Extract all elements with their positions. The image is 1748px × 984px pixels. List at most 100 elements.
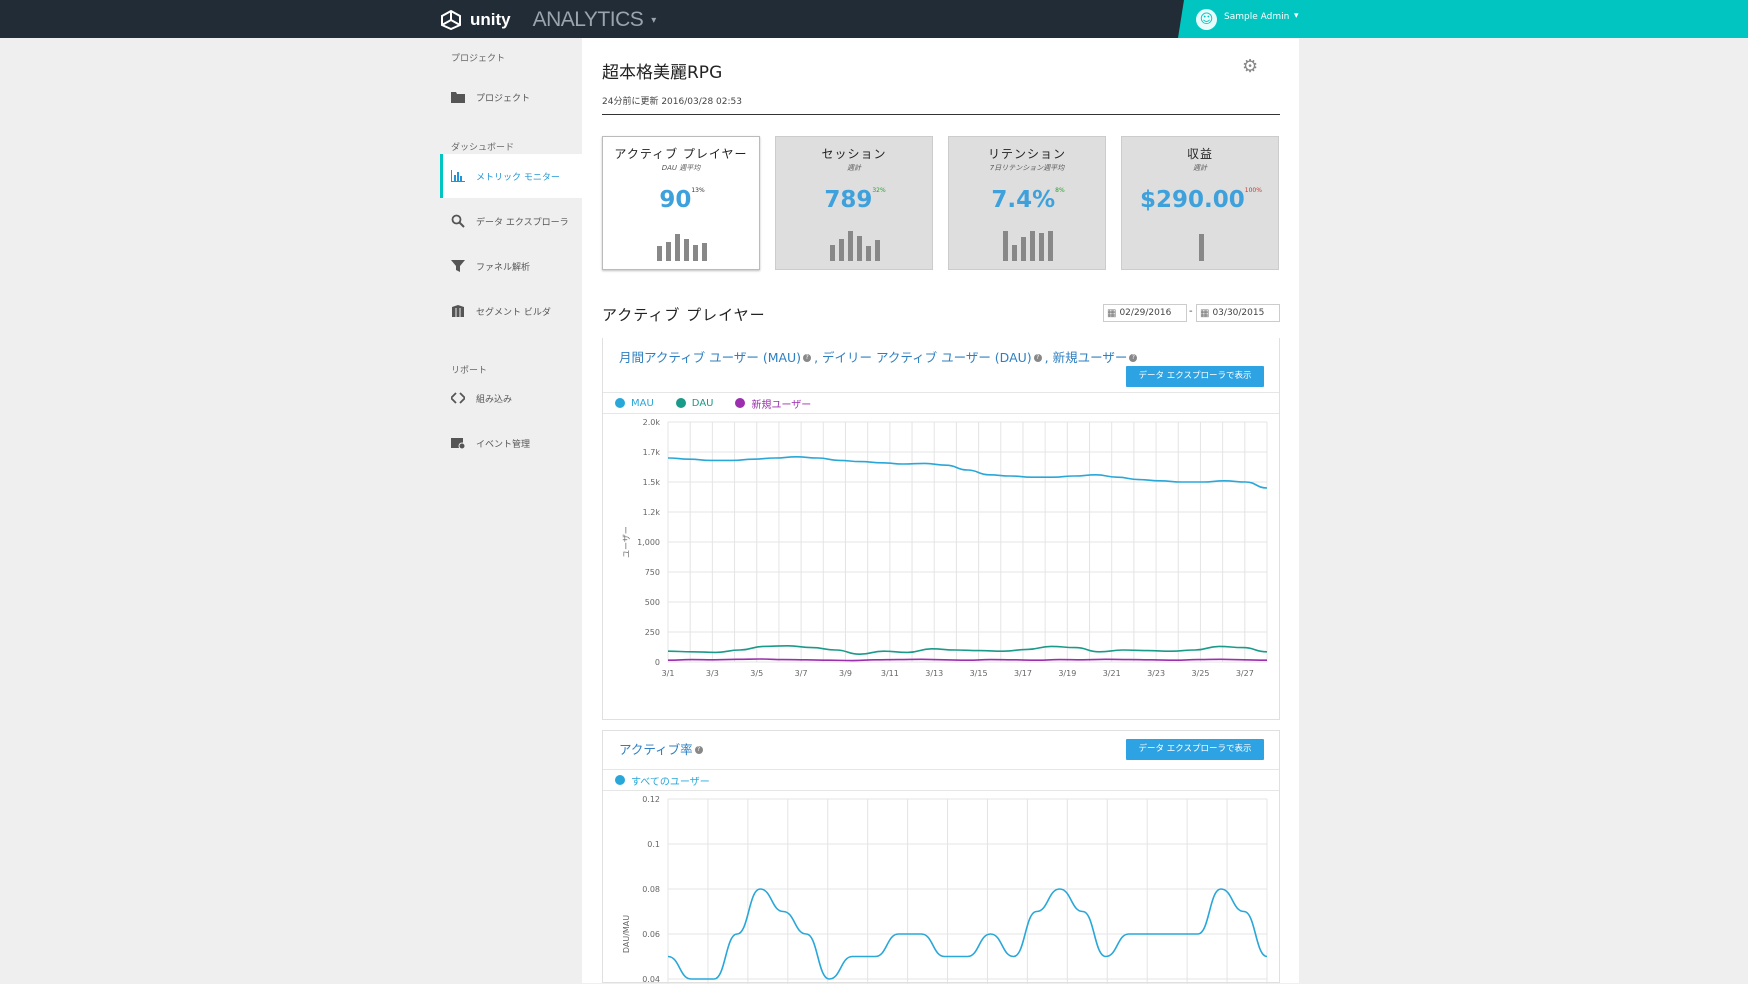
- sparkline-bar: [1048, 231, 1053, 261]
- y-axis-label: DAU/MAU: [622, 915, 631, 953]
- product-name[interactable]: ANALYTICS: [533, 8, 644, 32]
- x-tick-label: 3/21: [1103, 669, 1121, 678]
- explore-button[interactable]: データ エクスプローラで表示: [1126, 739, 1264, 760]
- sidebar-section-report: リポート: [451, 366, 488, 376]
- metric-card-retention[interactable]: リテンション 7日リテンション週平均 7.4%8%: [948, 136, 1106, 270]
- user-menu[interactable]: ☺ Sample Admin ▾: [1178, 0, 1748, 38]
- x-tick-label: 3/7: [795, 669, 808, 678]
- explore-button[interactable]: データ エクスプローラで表示: [1126, 366, 1264, 387]
- segment-icon: [451, 304, 465, 318]
- brand[interactable]: unity ANALYTICS ▾: [440, 8, 656, 32]
- legend-label: 新規ユーザー: [751, 399, 812, 411]
- sparkline-bar: [839, 238, 844, 261]
- y-tick-label: 0.1: [647, 840, 660, 849]
- users-line-chart: 0 250 500 750 1,000 1.2k 1.5k 1.7k 2.0k 3/1 3/3 3/5…: [622, 418, 1268, 678]
- legend-item[interactable]: DAU: [675, 397, 714, 409]
- user-name[interactable]: Sample Admin: [1224, 12, 1289, 22]
- legend-label: MAU: [631, 397, 654, 409]
- unity-logo-text: unity: [470, 10, 511, 29]
- card-delta: 100%: [1244, 187, 1262, 194]
- chart-legend: すべてのユーザー: [603, 769, 1279, 791]
- y-tick-label: 0.12: [642, 795, 660, 804]
- x-tick-label: 3/23: [1147, 669, 1165, 678]
- date-from-field[interactable]: ▦ 02/29/2016: [1103, 304, 1187, 322]
- legend-item[interactable]: MAU: [615, 398, 654, 409]
- legend-label: すべてのユーザー: [631, 776, 710, 788]
- sparkline-bar: [1198, 234, 1204, 261]
- sparkline-bar: [693, 244, 698, 261]
- last-updated: 24分前に更新 2016/03/28 02:53: [602, 97, 742, 107]
- sparkline-bar: [1030, 231, 1035, 261]
- y-tick-label: 250: [645, 628, 660, 637]
- x-tick-label: 3/19: [1058, 669, 1076, 678]
- legend-label: DAU: [691, 397, 714, 409]
- sidebar-item-embed[interactable]: 組み込み: [440, 376, 582, 420]
- help-icon[interactable]: ?: [803, 353, 812, 362]
- card-value: 7.4%8%: [949, 187, 1107, 213]
- y-tick-label: 750: [645, 568, 660, 577]
- help-icon[interactable]: ?: [694, 745, 703, 754]
- series-line[interactable]: [667, 455, 1268, 489]
- sidebar-item-label: プロジェクト: [476, 93, 531, 104]
- x-tick-label: 3/5: [750, 669, 763, 678]
- panel-title: 月間アクティブ ユーザー (MAU)?, デイリー アクティブ ユーザー (DA…: [619, 347, 1140, 366]
- sidebar: プロジェクト プロジェクト ダッシュボード メトリック モニター データ エクス…: [440, 38, 582, 983]
- legend-item[interactable]: すべてのユーザー: [615, 773, 710, 788]
- card-value: 78932%: [776, 187, 934, 213]
- sidebar-item-label: ファネル解析: [476, 262, 531, 273]
- chevron-down-icon[interactable]: ▾: [1294, 11, 1299, 21]
- sparkline-bar: [1003, 231, 1008, 261]
- sidebar-item-metric-monitor[interactable]: メトリック モニター: [440, 154, 582, 198]
- sidebar-item-label: データ エクスプローラ: [476, 217, 569, 228]
- series-line[interactable]: [667, 658, 1268, 662]
- sidebar-item-project[interactable]: プロジェクト: [440, 85, 582, 109]
- page-title: 超本格美麗RPG: [602, 63, 723, 83]
- chart-panel-active-rate: アクティブ率? データ エクスプローラで表示 すべてのユーザー 0.04 0.06…: [602, 730, 1280, 984]
- x-tick-label: 3/27: [1236, 669, 1254, 678]
- date-to-value: 03/30/2015: [1212, 308, 1265, 318]
- sparkline-bar: [666, 241, 671, 261]
- title-active-rate: アクティブ率: [619, 742, 693, 757]
- sparkline-bar: [875, 240, 880, 261]
- card-subtitle: 週計: [847, 164, 861, 172]
- x-tick-label: 3/25: [1191, 669, 1209, 678]
- card-subtitle: 7日リテンション週平均: [989, 164, 1065, 172]
- sidebar-item-funnel[interactable]: ファネル解析: [440, 244, 582, 288]
- sparkline-bar: [675, 234, 680, 261]
- title-new-users: , 新規ユーザー: [1044, 350, 1128, 365]
- help-icon[interactable]: ?: [1129, 353, 1138, 362]
- event-icon: [451, 436, 465, 450]
- y-tick-label: 500: [645, 598, 660, 607]
- avatar-icon[interactable]: ☺: [1196, 9, 1217, 30]
- help-icon[interactable]: ?: [1033, 353, 1042, 362]
- section-title: アクティブ プレイヤー: [602, 306, 766, 324]
- chevron-down-icon[interactable]: ▾: [651, 15, 656, 26]
- x-tick-label: 3/1: [662, 669, 675, 678]
- date-to-field[interactable]: ▦ 03/30/2015: [1196, 304, 1280, 322]
- sidebar-item-event-manager[interactable]: イベント管理: [440, 421, 582, 465]
- sparkline-bar: [657, 246, 662, 261]
- metric-card-sessions[interactable]: セッション 週計 78932%: [775, 136, 933, 270]
- metric-card-revenue[interactable]: 収益 週計 $290.00100%: [1121, 136, 1279, 270]
- y-tick-label: 1.5k: [643, 478, 661, 487]
- title-mau: 月間アクティブ ユーザー (MAU): [619, 350, 802, 365]
- card-value-number: 90: [659, 187, 692, 213]
- card-value-number: 789: [824, 187, 873, 213]
- sidebar-section-dashboard: ダッシュボード: [451, 143, 515, 153]
- folder-icon: [451, 90, 465, 104]
- metric-card-active-players[interactable]: アクティブ プレイヤー DAU 週平均 9013%: [602, 136, 760, 270]
- sidebar-item-data-explorer[interactable]: データ エクスプローラ: [440, 199, 582, 243]
- y-tick-label: 2.0k: [643, 418, 661, 427]
- legend-dot: [675, 398, 686, 408]
- date-from-value: 02/29/2016: [1119, 308, 1172, 318]
- legend-item[interactable]: 新規ユーザー: [735, 396, 811, 411]
- y-tick-label: 0.08: [642, 885, 660, 894]
- gear-icon[interactable]: ⚙: [1242, 56, 1258, 77]
- sparkline-bar: [684, 238, 689, 261]
- top-bar: unity ANALYTICS ▾ ☺ Sample Admin ▾: [0, 0, 1748, 38]
- sidebar-item-segment-builder[interactable]: セグメント ビルダ: [440, 289, 582, 333]
- series-line[interactable]: [667, 644, 1268, 656]
- card-value-number: $290.00: [1140, 187, 1245, 213]
- x-tick-label: 3/9: [839, 669, 852, 678]
- legend-dot: [615, 775, 625, 785]
